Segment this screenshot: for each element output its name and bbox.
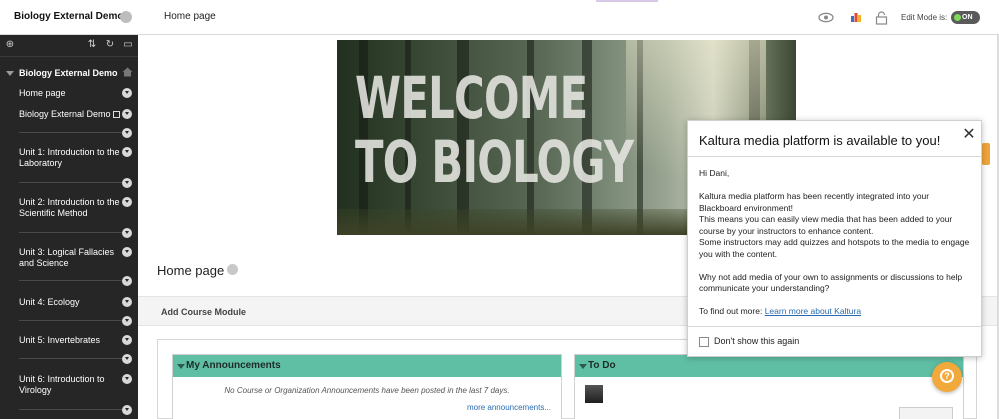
sidebar-item-unit-4[interactable]: Unit 4: Ecology <box>19 297 123 308</box>
greeting-text: Hi Dani, <box>699 168 730 178</box>
chevron-down-icon[interactable] <box>122 354 132 364</box>
announcements-empty-text: No Course or Organization Announcements … <box>224 386 510 395</box>
body-paragraph: Kaltura media platform has been recently… <box>699 191 930 213</box>
sidebar-item-unit-1[interactable]: Unit 1: Introduction to the Laboratory <box>19 147 123 169</box>
chevron-down-icon[interactable] <box>122 88 132 98</box>
chevron-down-icon[interactable] <box>122 316 132 326</box>
collapse-triangle-icon <box>6 71 14 77</box>
chevron-down-icon[interactable] <box>122 178 132 188</box>
announcements-title: My Announcements <box>186 360 281 371</box>
banner-line-2: TO BIOLOGY <box>355 128 634 196</box>
chevron-down-icon[interactable] <box>122 297 132 307</box>
course-title[interactable]: Biology External Demo <box>14 11 123 22</box>
chevron-down-icon[interactable] <box>122 247 132 257</box>
chart-color-icon[interactable] <box>850 11 864 24</box>
sidebar-divider <box>19 358 129 359</box>
add-course-module-button[interactable]: Add Course Module <box>161 307 246 317</box>
dialog-title: Kaltura media platform is available to y… <box>699 133 941 148</box>
page-options-chevron-icon[interactable] <box>227 264 238 275</box>
edit-square-icon <box>113 111 121 119</box>
refresh-icon[interactable]: ↻ <box>104 39 116 51</box>
edit-mode-toggle[interactable]: ON <box>951 11 980 24</box>
sidebar-divider <box>19 232 129 233</box>
announcements-header[interactable]: My Announcements <box>173 355 561 377</box>
chevron-down-icon[interactable] <box>122 405 132 415</box>
reorder-icon[interactable]: ⇅ <box>86 39 98 51</box>
top-accent <box>596 0 658 2</box>
body-paragraph: Why not add media of your own to assignm… <box>699 271 963 294</box>
todo-header[interactable]: To Do <box>575 355 963 377</box>
sidebar-item-unit-3[interactable]: Unit 3: Logical Fallacies and Science <box>19 247 123 269</box>
home-icon[interactable] <box>122 67 133 77</box>
help-button[interactable]: ? <box>932 362 962 392</box>
chevron-down-icon[interactable] <box>122 109 132 119</box>
course-menu-chevron-icon[interactable] <box>120 11 132 23</box>
dialog-divider <box>688 326 981 327</box>
sidebar-item-home-page[interactable]: Home page <box>19 88 123 99</box>
announcements-module: My Announcements No Course or Organizati… <box>172 354 562 419</box>
sidebar-item-label: Biology External Demo <box>19 109 111 119</box>
dialog-divider <box>688 156 981 157</box>
dont-show-again-label[interactable]: Don't show this again <box>714 336 799 346</box>
toggle-dot <box>954 14 961 21</box>
todo-action-button[interactable] <box>899 407 953 419</box>
todo-module: To Do <box>574 354 964 419</box>
body-paragraph: Some instructors may add quizzes and hot… <box>699 237 970 259</box>
top-bar: Biology External Demo Home page Edit Mod… <box>0 0 999 35</box>
sidebar-divider <box>19 409 129 410</box>
collapse-triangle-icon <box>579 364 587 369</box>
sidebar-toolbar: ⊕ ⇅ ↻ ▭ <box>0 35 138 57</box>
edit-mode-value: ON <box>962 14 973 21</box>
more-announcements-link[interactable]: more announcements... <box>467 403 551 412</box>
student-preview-eye-icon[interactable] <box>818 11 834 24</box>
avatar <box>585 385 603 403</box>
find-out-prefix: To find out more: <box>699 306 763 316</box>
chevron-down-icon[interactable] <box>122 128 132 138</box>
banner-line-1: WELCOME <box>355 64 588 132</box>
dont-show-again-checkbox[interactable] <box>699 337 709 347</box>
banner-text: WELCOME TO BIOLOGY <box>355 64 634 196</box>
sidebar-item-unit-2[interactable]: Unit 2: Introduction to the Scientific M… <box>19 197 123 219</box>
edit-mode-label: Edit Mode is: <box>901 13 948 22</box>
side-tab-icon[interactable] <box>982 143 990 165</box>
dialog-body: Hi Dani, Kaltura media platform has been… <box>699 168 971 318</box>
collapse-triangle-icon <box>177 364 185 369</box>
todo-title: To Do <box>588 360 616 371</box>
breadcrumb: Home page <box>164 11 216 22</box>
sidebar-course-name: Biology External Demo <box>19 68 118 78</box>
kaltura-dialog: Kaltura media platform is available to y… <box>687 120 982 357</box>
learn-more-kaltura-link[interactable]: Learn more about Kaltura <box>765 306 861 316</box>
question-icon: ? <box>940 369 954 383</box>
find-out-more: To find out more: Learn more about Kaltu… <box>699 306 971 318</box>
folder-view-icon[interactable]: ▭ <box>122 39 134 51</box>
chevron-down-icon[interactable] <box>122 276 132 286</box>
chevron-down-icon[interactable] <box>122 335 132 345</box>
chevron-down-icon[interactable] <box>122 197 132 207</box>
sidebar-item-biology-external-demo[interactable]: Biology External Demo <box>19 109 123 120</box>
sidebar-divider <box>19 280 129 281</box>
add-menu-item-icon[interactable]: ⊕ <box>4 39 16 51</box>
page-title: Home page <box>157 263 225 278</box>
chevron-down-icon[interactable] <box>122 228 132 238</box>
chevron-down-icon[interactable] <box>122 147 132 157</box>
sidebar-divider <box>19 132 129 133</box>
chevron-down-icon[interactable] <box>122 374 132 384</box>
sidebar-item-unit-5[interactable]: Unit 5: Invertebrates <box>19 335 123 346</box>
body-paragraph: This means you can easily view media tha… <box>699 214 953 236</box>
course-menu-sidebar: ⊕ ⇅ ↻ ▭ Biology External Demo Home page … <box>0 35 138 419</box>
sidebar-course-heading[interactable]: Biology External Demo <box>6 68 118 78</box>
sidebar-divider <box>19 182 129 183</box>
close-icon[interactable]: ✕ <box>962 127 976 143</box>
sidebar-item-unit-6[interactable]: Unit 6: Introduction to Virology <box>19 374 123 396</box>
lock-icon[interactable] <box>875 11 889 25</box>
sidebar-divider <box>19 320 129 321</box>
